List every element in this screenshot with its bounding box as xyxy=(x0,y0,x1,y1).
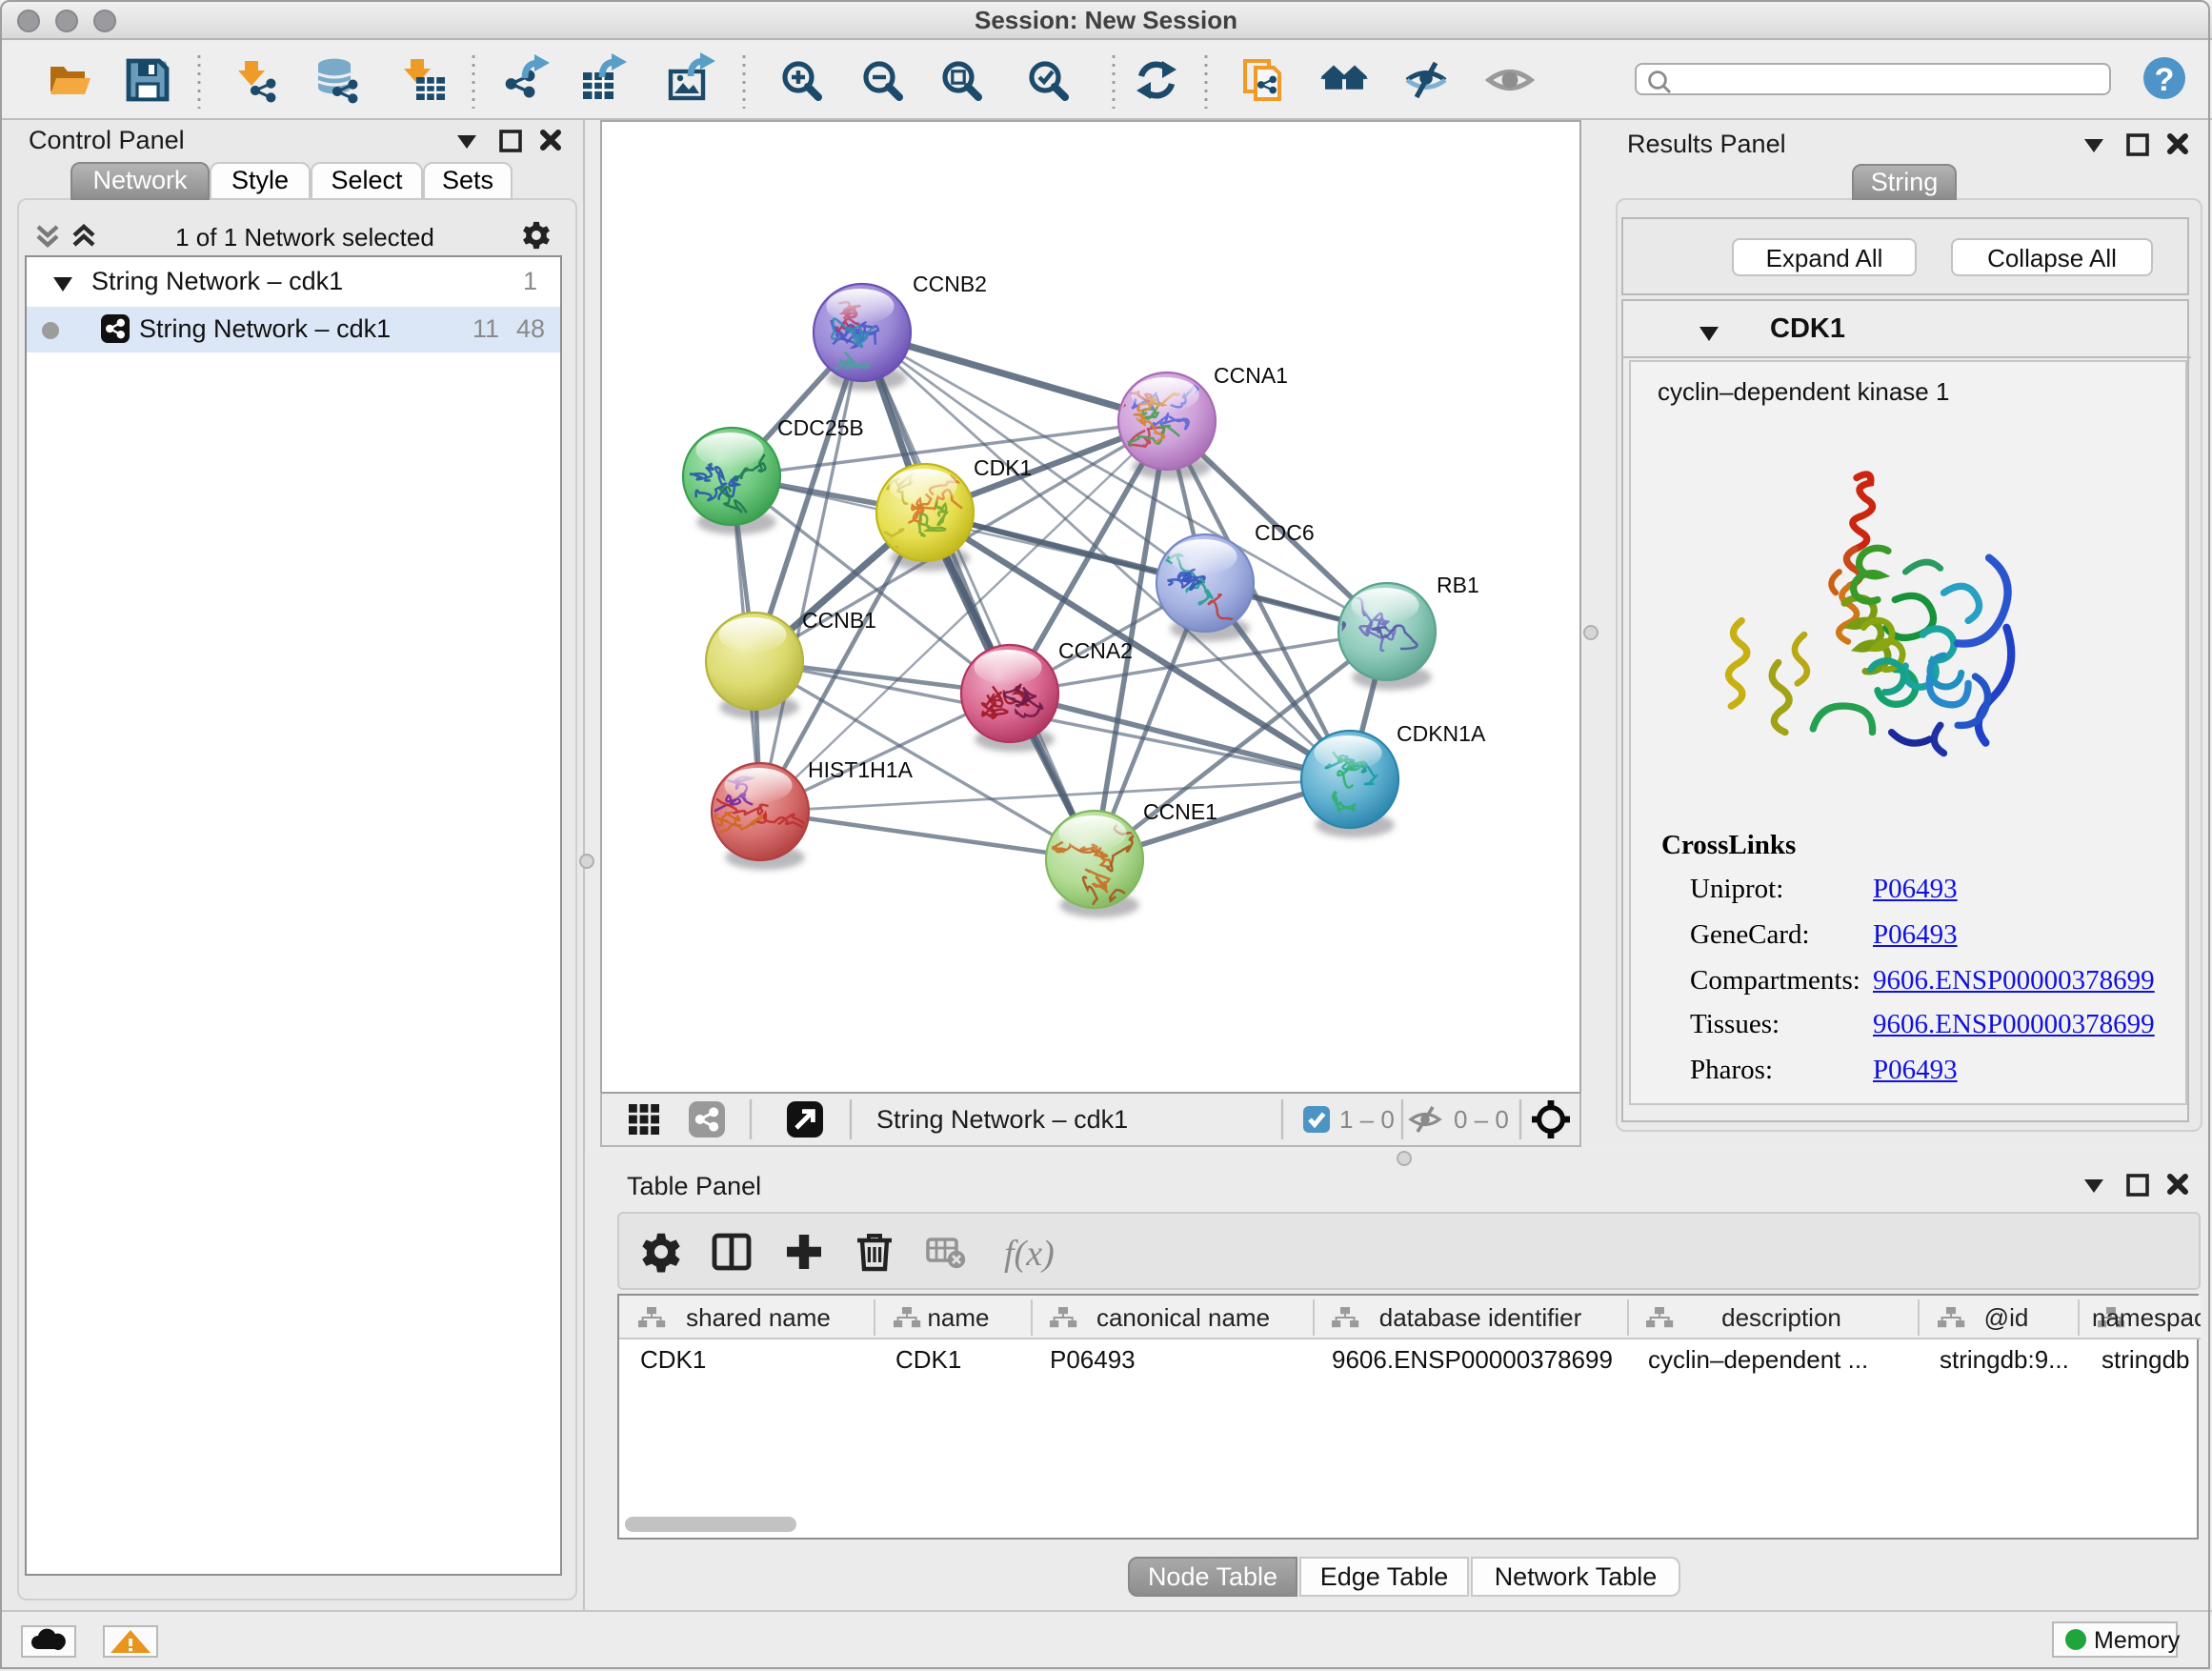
svg-text:HIST1H1A: HIST1H1A xyxy=(808,757,914,782)
svg-text:String Network – cdk1: String Network – cdk1 xyxy=(876,1105,1128,1134)
svg-text:CCNE1: CCNE1 xyxy=(1143,799,1217,824)
svg-text:f(x): f(x) xyxy=(1004,1234,1055,1274)
svg-text:shared name: shared name xyxy=(686,1303,831,1332)
svg-text:namespac: namespac xyxy=(2092,1303,2201,1332)
svg-text:?: ? xyxy=(2155,62,2175,98)
svg-text:@id: @id xyxy=(1984,1303,2029,1332)
svg-text:CDK1: CDK1 xyxy=(974,455,1032,480)
svg-text:CDC6: CDC6 xyxy=(1255,520,1315,545)
svg-text:CCNA2: CCNA2 xyxy=(1058,638,1133,663)
svg-text:RB1: RB1 xyxy=(1437,573,1479,597)
svg-text:description: description xyxy=(1721,1303,1841,1332)
svg-text:1 – 0: 1 – 0 xyxy=(1339,1105,1395,1134)
svg-text:CCNA1: CCNA1 xyxy=(1214,363,1288,388)
svg-text:CDC25B: CDC25B xyxy=(777,415,864,440)
svg-text:database identifier: database identifier xyxy=(1379,1303,1582,1332)
svg-text:CCNB2: CCNB2 xyxy=(913,272,987,296)
svg-text:CDKN1A: CDKN1A xyxy=(1397,721,1486,746)
svg-text:0 – 0: 0 – 0 xyxy=(1454,1105,1509,1134)
svg-text:name: name xyxy=(927,1303,989,1332)
svg-text:CCNB1: CCNB1 xyxy=(802,608,876,633)
svg-text:canonical name: canonical name xyxy=(1096,1303,1270,1332)
